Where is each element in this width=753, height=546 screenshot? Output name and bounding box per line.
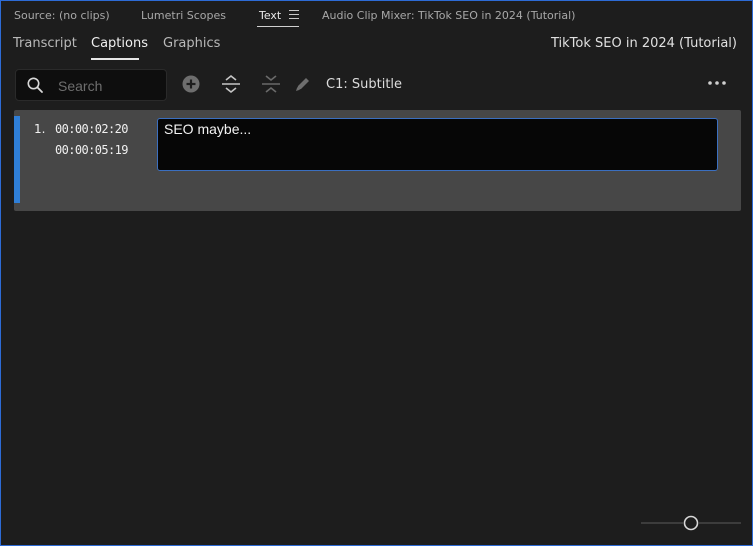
search-icon <box>27 77 43 93</box>
tab-source[interactable]: Source: (no clips) <box>14 9 110 22</box>
track-label[interactable]: C1: Subtitle <box>326 77 402 92</box>
captions-toolbar: C1: Subtitle <box>1 61 752 107</box>
tab-audio-clip-mixer[interactable]: Audio Clip Mixer: TikTok SEO in 2024 (Tu… <box>322 9 575 22</box>
search-box <box>15 69 167 101</box>
more-icon[interactable] <box>706 76 728 90</box>
sequence-title: TikTok SEO in 2024 (Tutorial) <box>551 36 737 51</box>
collapse-icon[interactable] <box>261 74 281 94</box>
caption-out-timecode[interactable]: 00:00:05:19 <box>55 143 128 157</box>
text-panel: Source: (no clips) Lumetri Scopes Text A… <box>0 0 753 546</box>
search-input[interactable] <box>56 74 164 98</box>
tab-text[interactable]: Text <box>259 9 281 22</box>
active-tab-underline <box>257 26 299 27</box>
captions-tab-underline <box>91 58 139 60</box>
caption-index: 1. <box>34 122 46 136</box>
tab-lumetri-scopes[interactable]: Lumetri Scopes <box>141 9 226 22</box>
zoom-slider[interactable] <box>641 514 741 532</box>
tab-transcript[interactable]: Transcript <box>13 36 77 51</box>
expand-icon[interactable] <box>221 74 241 94</box>
tab-graphics[interactable]: Graphics <box>163 36 220 51</box>
pencil-icon[interactable] <box>293 74 313 94</box>
caption-row[interactable]: 1. 00:00:02:20 00:00:05:19 SEO maybe... <box>14 110 741 211</box>
add-icon[interactable] <box>181 74 201 94</box>
panel-tab-bar: Source: (no clips) Lumetri Scopes Text A… <box>1 1 752 31</box>
tab-captions[interactable]: Captions <box>91 36 148 51</box>
selection-indicator <box>14 116 20 203</box>
panel-menu-icon[interactable] <box>289 10 299 19</box>
caption-in-timecode[interactable]: 00:00:02:20 <box>55 122 128 136</box>
text-subtab-bar: Transcript Captions Graphics TikTok SEO … <box>1 31 752 61</box>
caption-text-field[interactable]: SEO maybe... <box>157 118 718 171</box>
